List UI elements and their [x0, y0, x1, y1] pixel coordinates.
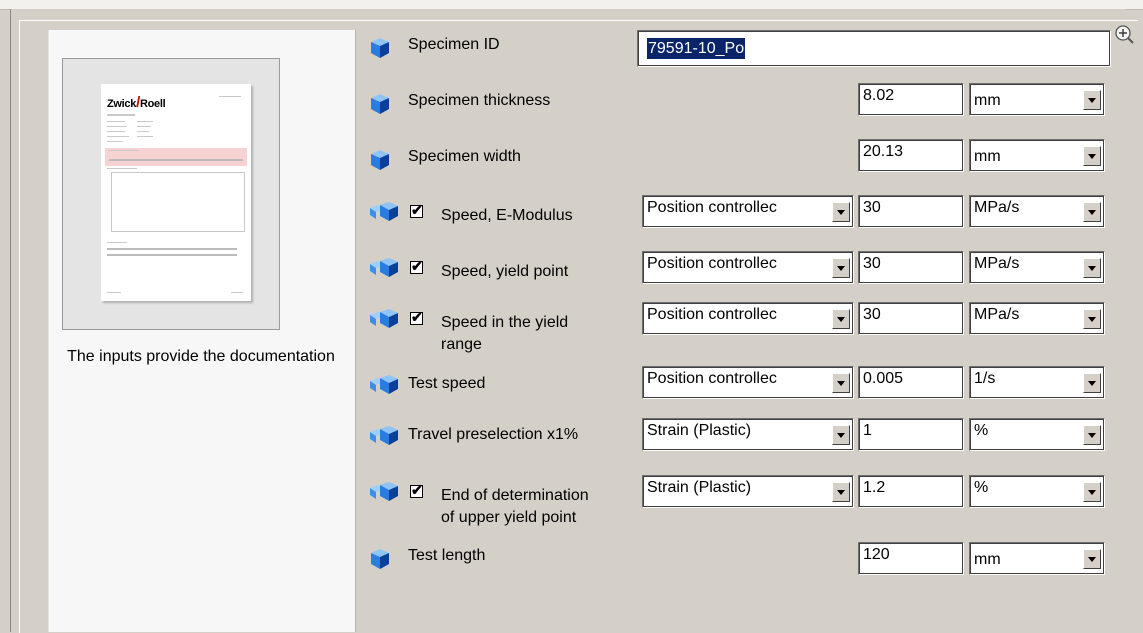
speed-yield-range-unit-select[interactable]: MPa/s [969, 302, 1105, 335]
specimen-id-value: 79591-10_Po [647, 38, 746, 59]
chevron-down-icon[interactable] [832, 482, 850, 502]
cube-icon [370, 548, 390, 570]
speed-yield-point-checkbox[interactable]: ✔ [410, 258, 423, 274]
chevron-down-icon[interactable] [1083, 146, 1101, 166]
speed-yield-point-unit-select[interactable]: MPa/s [969, 251, 1105, 284]
multi-cube-icon [366, 482, 402, 502]
multi-cube-icon [366, 202, 402, 222]
chevron-down-icon[interactable] [832, 425, 850, 445]
chevron-down-icon[interactable] [832, 202, 850, 222]
multi-cube-icon [366, 258, 402, 278]
test-length-unit-select[interactable]: mm [969, 542, 1105, 575]
travel-preselection-input[interactable]: 1 [858, 418, 964, 451]
end-of-determination-input[interactable]: 1.2 [858, 475, 964, 508]
specimen-id-input[interactable]: 79591-10_Po [637, 30, 1111, 67]
chevron-down-icon[interactable] [832, 309, 850, 329]
preview-caption: The inputs provide the documentation [67, 348, 335, 365]
multi-cube-icon [366, 309, 402, 329]
test-speed-control-select[interactable]: Position controllec [642, 366, 854, 399]
specimen-thickness-label: Specimen thickness [408, 92, 551, 109]
multi-cube-icon [366, 426, 402, 446]
specimen-thickness-unit-select[interactable]: mm [969, 83, 1105, 116]
specimen-width-label: Specimen width [408, 148, 521, 165]
end-of-determination-label-line2: of upper yield point [441, 509, 577, 526]
report-page-preview: Zwick/Roell [101, 84, 251, 301]
travel-preselection-control-select[interactable]: Strain (Plastic) [642, 418, 854, 451]
chevron-down-icon[interactable] [1083, 202, 1101, 222]
specimen-width-input[interactable]: 20.13 [858, 139, 964, 172]
multi-cube-icon [366, 375, 402, 395]
test-speed-label: Test speed [408, 375, 486, 392]
chevron-down-icon[interactable] [1083, 482, 1101, 502]
report-thumbnail[interactable]: Zwick/Roell [62, 58, 280, 330]
travel-preselection-label: Travel preselection x1% [408, 426, 579, 443]
speed-e-modulus-label: Speed, E-Modulus [441, 207, 573, 224]
end-of-determination-control-select[interactable]: Strain (Plastic) [642, 475, 854, 508]
speed-yield-point-control-select[interactable]: Position controllec [642, 251, 854, 284]
test-length-input[interactable]: 120 [858, 542, 964, 575]
chevron-down-icon[interactable] [1083, 549, 1101, 569]
chevron-down-icon[interactable] [1083, 258, 1101, 278]
cube-icon [370, 93, 390, 115]
speed-yield-range-input[interactable]: 30 [858, 302, 964, 335]
chevron-down-icon[interactable] [1083, 309, 1101, 329]
speed-yield-range-label-line1: Speed in the yield [441, 314, 569, 331]
speed-e-modulus-input[interactable]: 30 [858, 195, 964, 228]
specimen-id-label: Specimen ID [408, 36, 500, 53]
travel-preselection-unit-select[interactable]: % [969, 418, 1105, 451]
speed-e-modulus-control-select[interactable]: Position controllec [642, 195, 854, 228]
end-of-determination-label-line1: End of determination [441, 487, 589, 504]
test-speed-unit-select[interactable]: 1/s [969, 366, 1105, 399]
speed-yield-range-label-line2: range [441, 336, 482, 353]
speed-yield-range-control-select[interactable]: Position controllec [642, 302, 854, 335]
speed-yield-point-input[interactable]: 30 [858, 251, 964, 284]
speed-e-modulus-unit-select[interactable]: MPa/s [969, 195, 1105, 228]
chevron-down-icon[interactable] [1083, 373, 1101, 393]
report-plot-preview [111, 172, 245, 232]
zwick-roell-logo: Zwick/Roell [107, 94, 166, 111]
speed-e-modulus-checkbox[interactable]: ✔ [410, 202, 423, 218]
speed-yield-point-label: Speed, yield point [441, 263, 569, 280]
test-length-label: Test length [408, 547, 486, 564]
specimen-width-unit-select[interactable]: mm [969, 139, 1105, 172]
cube-icon [370, 149, 390, 171]
chevron-down-icon[interactable] [832, 258, 850, 278]
end-of-determination-unit-select[interactable]: % [969, 475, 1105, 508]
speed-yield-range-checkbox[interactable]: ✔ [410, 309, 423, 325]
chevron-down-icon[interactable] [1083, 425, 1101, 445]
chevron-down-icon[interactable] [832, 373, 850, 393]
zoom-in-icon[interactable] [1114, 24, 1134, 44]
end-of-determination-checkbox[interactable]: ✔ [410, 482, 423, 498]
test-speed-input[interactable]: 0.005 [858, 366, 964, 399]
specimen-thickness-input[interactable]: 8.02 [858, 83, 964, 116]
cube-icon [370, 37, 390, 59]
chevron-down-icon[interactable] [1083, 90, 1101, 110]
